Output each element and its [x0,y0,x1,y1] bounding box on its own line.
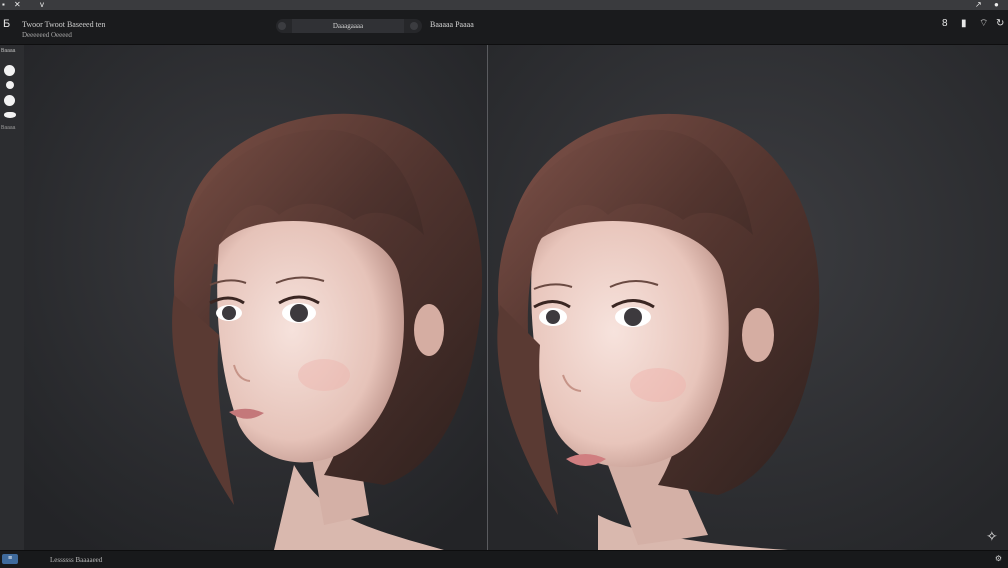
wifi-icon[interactable]: ⌔ [979,18,988,30]
prev-view-icon[interactable] [278,22,286,30]
save-icon[interactable]: 8 [942,18,948,30]
status-text: Lessssss Baaaaeed [50,556,103,564]
compare-label[interactable]: Baaaaa Paaaa [430,20,474,29]
status-bar: ≡ Lessssss Baaaaeed ⚙ [0,550,1008,568]
status-badge[interactable]: ≡ [2,554,18,564]
sidebar-label: Baaaa [1,48,16,54]
cursor-icon: ✧ [986,528,998,544]
title-bar: Б Twoor Twoot Baseeed ten Deeeeeed Oeeee… [0,10,1008,45]
portrait-before [24,45,487,550]
menu-icon[interactable]: ᴠ [40,1,44,9]
tool-sidebar: Baaaa Baaaa [0,45,24,550]
circle-brush-icon[interactable] [4,65,15,76]
refresh-icon[interactable]: ↻ [996,18,1004,30]
settings-icon[interactable]: ⚙ [995,554,1002,563]
share-icon[interactable]: ↗ [975,1,982,9]
sidebar-lower-label: Baaaa [1,125,16,131]
next-view-icon[interactable] [410,22,418,30]
phone-icon[interactable]: ▮ [961,18,967,30]
close-icon[interactable]: ✕ [14,1,21,9]
view-switcher[interactable]: Daaagaaaa [276,19,422,33]
before-image [24,45,487,550]
portrait-after [488,45,1008,550]
app-logo-icon: Б [3,18,11,30]
after-image [488,45,1008,550]
mask-icon[interactable] [4,112,16,118]
minimize-icon[interactable]: ● [994,1,999,9]
small-brush-icon[interactable] [6,81,14,89]
top-strip: ▪ ✕ ᴠ ↗ ● [0,0,1008,10]
window-title: Twoor Twoot Baseeed ten [22,20,106,29]
center-tab[interactable]: Daaagaaaa [292,19,404,33]
window-subtitle: Deeeeeed Oeeeed [22,31,72,39]
large-brush-icon[interactable] [4,95,15,106]
window-icon[interactable]: ▪ [2,1,5,9]
